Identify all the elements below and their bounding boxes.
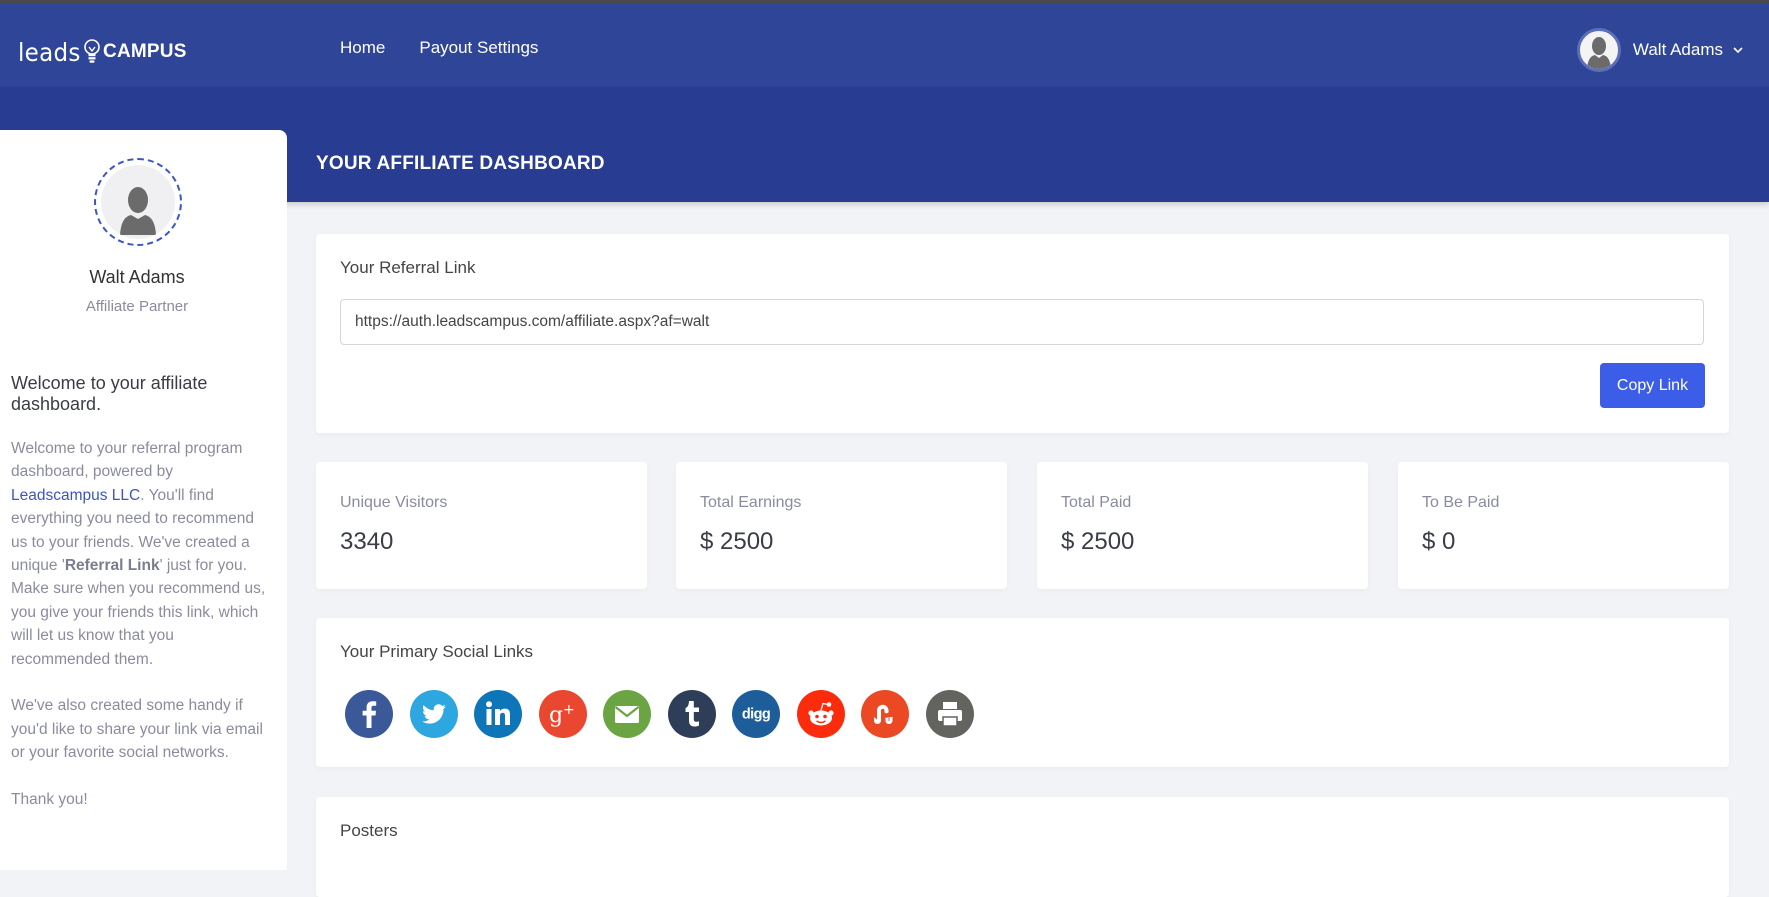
- print-icon[interactable]: [925, 690, 974, 738]
- tumblr-icon[interactable]: [667, 690, 716, 738]
- user-silhouette-icon: [1586, 37, 1611, 69]
- stat-value: $ 0: [1422, 528, 1456, 555]
- referral-link-input[interactable]: [340, 299, 1704, 345]
- profile-avatar: [94, 158, 182, 246]
- para1-text: Welcome to your referral program dashboa…: [11, 440, 243, 481]
- user-silhouette-icon: [120, 187, 156, 235]
- email-icon[interactable]: [603, 690, 651, 738]
- social-icons-row: g + digg: [345, 690, 974, 738]
- referral-link-card: Your Referral Link Copy Link: [316, 234, 1729, 433]
- google-plus-icon[interactable]: g +: [538, 690, 587, 738]
- logo-campus-text: CAMPUS: [103, 41, 187, 62]
- stat-value: 3340: [340, 528, 394, 555]
- leadscampus-logo[interactable]: leads CAMPUS: [18, 37, 187, 67]
- page-title: YOUR AFFILIATE DASHBOARD: [316, 153, 605, 174]
- stat-value: $ 2500: [700, 528, 774, 555]
- copy-link-button[interactable]: Copy Link: [1600, 363, 1705, 408]
- social-links-title: Your Primary Social Links: [340, 642, 534, 661]
- user-name: Walt Adams: [1632, 40, 1723, 59]
- digg-icon[interactable]: digg: [732, 690, 780, 738]
- chevron-down-icon: [1733, 45, 1743, 57]
- stat-card-to-be-paid: To Be Paid $ 0: [1398, 462, 1729, 589]
- stat-card-total-earnings: Total Earnings $ 2500: [676, 462, 1007, 589]
- stat-label: Total Paid: [1061, 494, 1132, 511]
- stat-card-unique-visitors: Unique Visitors 3340: [316, 462, 647, 589]
- referral-link-title: Your Referral Link: [340, 258, 476, 277]
- user-menu[interactable]: Walt Adams: [1576, 28, 1743, 72]
- leadscampus-link[interactable]: Leadscampus LLC: [11, 487, 140, 504]
- nav-home[interactable]: Home: [340, 38, 385, 58]
- stat-label: Total Earnings: [700, 494, 802, 511]
- svg-text:digg: digg: [742, 707, 770, 723]
- profile-name: Walt Adams: [89, 267, 185, 287]
- profile-sidebar: Walt Adams Affiliate Partner Welcome to …: [0, 130, 287, 870]
- referral-link-emphasis: Referral Link: [64, 557, 160, 575]
- stumbleupon-icon[interactable]: [861, 690, 909, 738]
- logo-leads-text: leads: [18, 37, 81, 67]
- posters-card: Posters: [316, 797, 1729, 897]
- stat-label: Unique Visitors: [340, 494, 448, 511]
- twitter-icon[interactable]: [409, 690, 458, 738]
- facebook-icon[interactable]: [345, 690, 393, 738]
- posters-title: Posters: [340, 821, 398, 840]
- reddit-icon[interactable]: [796, 690, 845, 738]
- svg-text:+: +: [563, 702, 575, 718]
- svg-text:g: g: [549, 703, 563, 728]
- main-nav: Home Payout Settings: [340, 38, 538, 58]
- welcome-paragraph-1: Welcome to your referral program dashboa…: [11, 437, 271, 671]
- nav-payout-settings[interactable]: Payout Settings: [419, 38, 538, 58]
- thank-you-text: Thank you!: [11, 791, 88, 809]
- linkedin-icon[interactable]: [474, 690, 522, 738]
- stat-value: $ 2500: [1061, 528, 1135, 555]
- welcome-heading: Welcome to your affiliate dashboard.: [11, 373, 208, 414]
- profile-role: Affiliate Partner: [85, 298, 189, 315]
- welcome-text: Welcome to your referral program dashboa…: [11, 437, 271, 835]
- top-navbar: leads CAMPUS Home Payout Settings Walt A…: [0, 4, 1769, 87]
- welcome-paragraph-2: We've also created some handy if you'd l…: [11, 697, 263, 762]
- social-links-card: Your Primary Social Links g + digg: [316, 618, 1729, 767]
- stat-label: To Be Paid: [1422, 494, 1500, 511]
- lightbulb-icon: [84, 39, 100, 63]
- user-avatar: [1576, 28, 1621, 72]
- stat-card-total-paid: Total Paid $ 2500: [1037, 462, 1368, 589]
